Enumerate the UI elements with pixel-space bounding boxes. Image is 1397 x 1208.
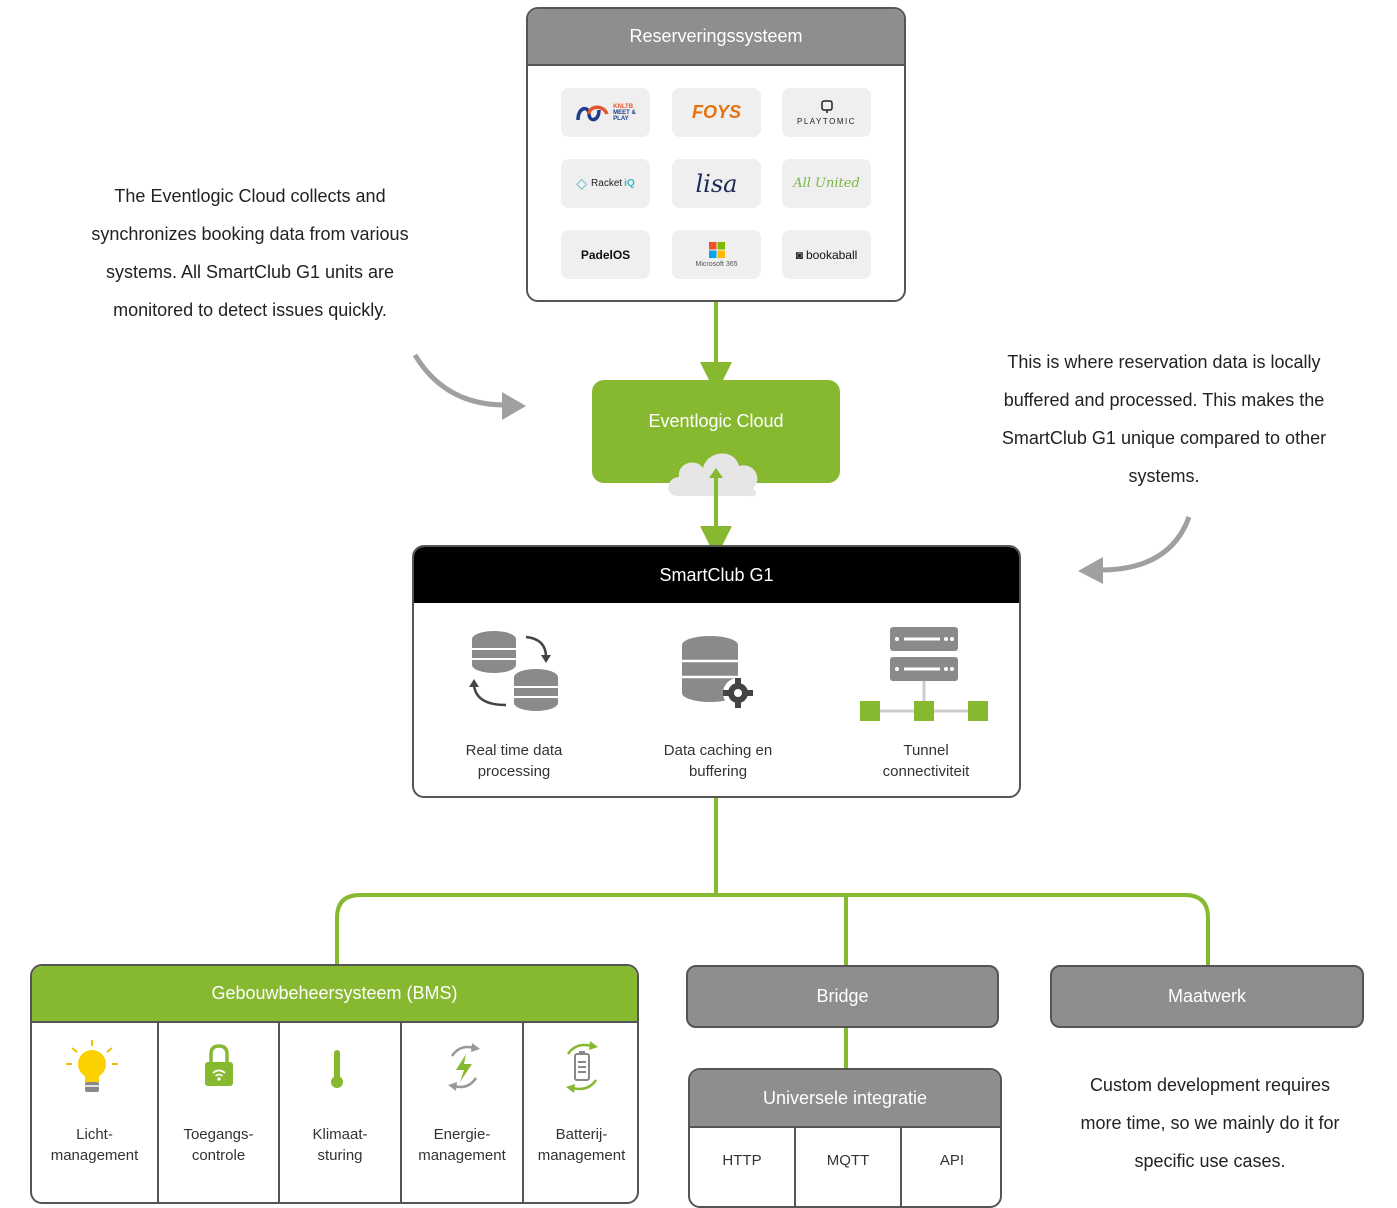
smartclub-box: SmartClub G1 Real time data processing D… xyxy=(412,545,1021,798)
microsoft365-logo: Microsoft 365 xyxy=(672,230,761,279)
feature-caching-label: Data caching en buffering xyxy=(663,742,773,780)
bms-item-light: Licht- management xyxy=(50,1126,139,1164)
right-note: This is where reservation data is locall… xyxy=(1001,352,1327,486)
database-sync-icon xyxy=(469,631,558,711)
bms-item-access: Toegangs- controle xyxy=(183,1126,254,1164)
racketiq-icon: ◇ xyxy=(576,175,588,191)
bms-item-battery: Batterij- management xyxy=(537,1126,626,1164)
bms-box: Gebouwbeheersysteem (BMS) Licht- managem… xyxy=(30,964,639,1204)
protocol-http: HTTP xyxy=(722,1152,762,1169)
protocol-api: API xyxy=(939,1152,965,1169)
bridge-box: Bridge xyxy=(686,965,999,1028)
knltb-logo: KNLTB MEET & PLAY xyxy=(561,88,650,137)
integration-title: Universele integratie xyxy=(690,1070,1000,1128)
foys-logo: FOYS xyxy=(672,88,761,137)
padelos-logo: PadelOS xyxy=(561,230,650,279)
lightbulb-icon xyxy=(66,1040,118,1092)
battery-icon xyxy=(566,1041,598,1093)
bottom-note: Custom development requires more time, s… xyxy=(1080,1075,1340,1171)
playtomic-logo: PLAYTOMIC xyxy=(782,88,871,137)
branch-lines xyxy=(335,893,1210,965)
thermometer-icon xyxy=(331,1050,343,1088)
database-gear-icon xyxy=(682,636,753,708)
racketiq-logo: ◇ Racket iQ xyxy=(561,159,650,208)
feature-realtime-label: Real time data processing xyxy=(465,742,563,780)
right-note-arrow xyxy=(1099,516,1192,573)
eventlogic-cloud-title: Eventlogic Cloud xyxy=(648,411,784,431)
smartclub-title: SmartClub G1 xyxy=(414,547,1019,603)
allunited-logo: All United xyxy=(782,159,871,208)
energy-icon xyxy=(448,1043,480,1091)
left-note-arrow xyxy=(412,353,506,408)
maatwerk-box: Maatwerk xyxy=(1050,965,1364,1028)
bms-item-energy: Energie- management xyxy=(418,1126,506,1164)
left-note: The Eventlogic Cloud collects and synchr… xyxy=(91,186,409,320)
reservation-system-box: Reserveringssysteem KNLTB MEET & PLAY FO… xyxy=(526,7,906,302)
reservation-system-title: Reserveringssysteem xyxy=(528,9,904,66)
feature-tunnel-label: Tunnel connectiviteit xyxy=(882,742,970,780)
server-network-icon xyxy=(860,627,988,721)
bookaball-icon: ◙ xyxy=(795,247,803,262)
bms-item-climate: Klimaat- sturing xyxy=(312,1126,368,1164)
integration-box: Universele integratie HTTP MQTT API xyxy=(688,1068,1002,1208)
lisa-logo: lisa xyxy=(672,159,761,208)
protocol-mqtt: MQTT xyxy=(826,1152,870,1169)
bms-title: Gebouwbeheersysteem (BMS) xyxy=(32,966,637,1023)
lock-wifi-icon xyxy=(205,1044,233,1086)
microsoft-icon xyxy=(708,241,725,258)
bookaball-logo: ◙ bookaball xyxy=(782,230,871,279)
